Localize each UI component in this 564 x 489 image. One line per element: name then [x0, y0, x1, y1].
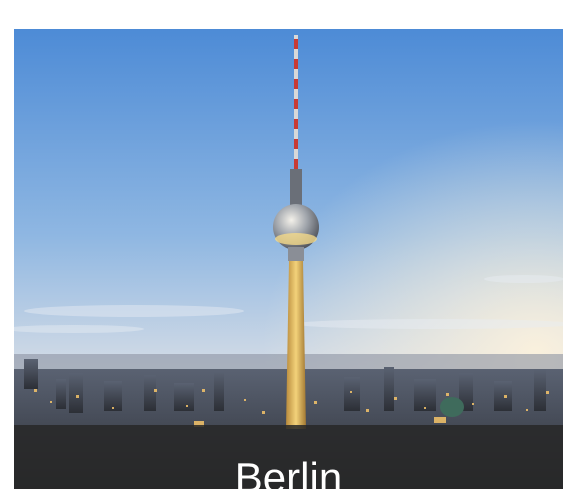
city-card[interactable]: Berlin [14, 29, 563, 489]
dome [440, 397, 464, 417]
city-photo [14, 29, 563, 489]
city-name: Berlin [234, 454, 343, 489]
city-caption: Berlin [14, 425, 563, 489]
